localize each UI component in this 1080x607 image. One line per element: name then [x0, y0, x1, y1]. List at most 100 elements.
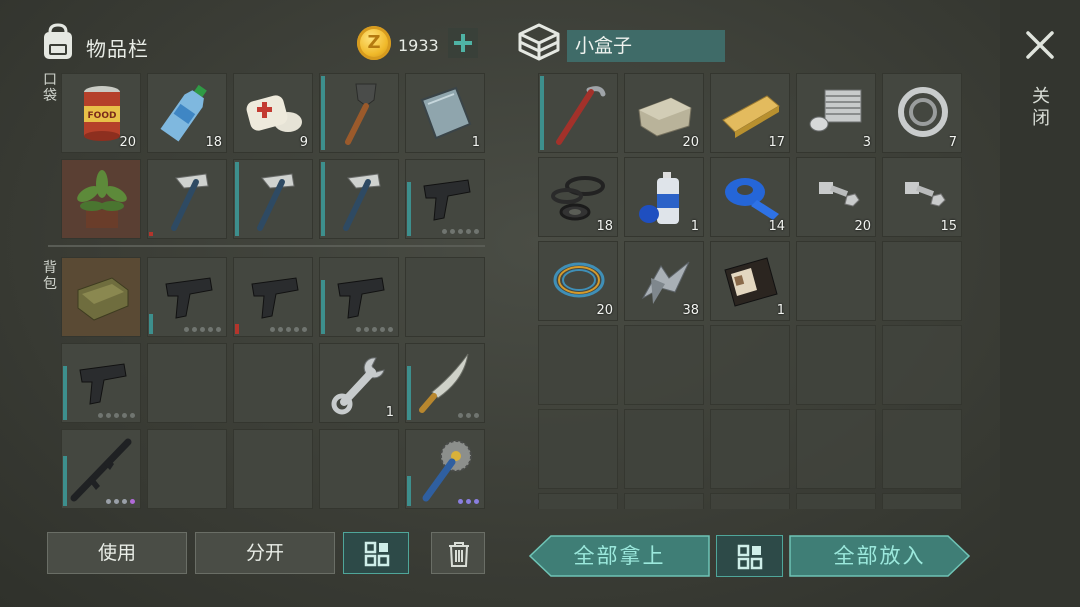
take-all-button[interactable]: 全部拿上 — [529, 535, 710, 577]
box-slot-29[interactable] — [796, 493, 876, 509]
box-slot-23[interactable] — [710, 409, 790, 489]
box-slot-15[interactable] — [882, 241, 962, 321]
assault-rifle-icon — [70, 438, 132, 502]
box-slot-24[interactable] — [796, 409, 876, 489]
box-slot-6[interactable]: 18 — [538, 157, 618, 237]
box-slot-20[interactable] — [882, 325, 962, 405]
container-sort-button[interactable] — [716, 535, 783, 577]
inventory-sort-button[interactable] — [343, 532, 409, 574]
item-count: 1 — [385, 405, 394, 420]
put-all-button[interactable]: 全部放入 — [789, 535, 970, 577]
box-slot-26[interactable] — [538, 493, 618, 509]
add-coins-button[interactable] — [448, 28, 478, 58]
backpack-label: 背包 — [43, 260, 57, 292]
pistol-icon — [251, 277, 299, 319]
take-all-label: 全部拿上 — [573, 544, 666, 568]
pocket-slot-3[interactable]: 9 — [233, 73, 313, 153]
backpack-slot-5[interactable] — [405, 257, 485, 337]
pocket-slot-9[interactable] — [319, 159, 399, 239]
box-slot-13[interactable]: 1 — [710, 241, 790, 321]
backpack-slot-12[interactable] — [147, 429, 227, 509]
box-slot-2[interactable]: 20 — [624, 73, 704, 153]
durability-bar — [63, 456, 67, 506]
grid-sort-icon — [737, 544, 763, 570]
item-count: 17 — [768, 135, 785, 150]
box-slot-7[interactable]: 1 — [624, 157, 704, 237]
backpack-slot-15[interactable] — [405, 429, 485, 509]
pocket-slot-2[interactable]: 18 — [147, 73, 227, 153]
container-title: 小盒子 — [567, 30, 725, 62]
pocket-slot-1[interactable]: FOOD 20 — [61, 73, 141, 153]
backpack-slot-11[interactable] — [61, 429, 141, 509]
backpack-slot-8[interactable] — [233, 343, 313, 423]
box-slot-22[interactable] — [624, 409, 704, 489]
durability-bar — [235, 324, 239, 334]
backpack-slot-7[interactable] — [147, 343, 227, 423]
engine-cylinder-icon — [809, 89, 862, 132]
box-slot-5[interactable]: 7 — [882, 73, 962, 153]
box-grid-overflow-row — [538, 493, 962, 509]
box-slot-28[interactable] — [710, 493, 790, 509]
machete-icon — [419, 353, 469, 413]
metal-plate-icon — [420, 86, 472, 140]
box-slot-21[interactable] — [538, 409, 618, 489]
pocket-slot-5[interactable]: 1 — [405, 73, 485, 153]
attachment-dots — [356, 327, 393, 332]
box-slot-3[interactable]: 17 — [710, 73, 790, 153]
pocket-slot-6[interactable] — [61, 159, 141, 239]
pocket-slot-10[interactable] — [405, 159, 485, 239]
pocket-slot-4[interactable] — [319, 73, 399, 153]
backpack-icon — [44, 23, 72, 59]
box-slot-12[interactable]: 38 — [624, 241, 704, 321]
backpack-slot-14[interactable] — [319, 429, 399, 509]
pocket-slot-8[interactable] — [233, 159, 313, 239]
durability-bar — [540, 76, 544, 150]
durability-bar — [407, 182, 411, 236]
box-slot-17[interactable] — [624, 325, 704, 405]
backpack-slot-3[interactable] — [233, 257, 313, 337]
box-slot-9[interactable]: 20 — [796, 157, 876, 237]
split-button[interactable]: 分开 — [195, 532, 335, 574]
coin-icon: Z — [357, 26, 391, 60]
backpack-slot-1[interactable] — [61, 257, 141, 337]
item-count: 20 — [854, 219, 871, 234]
backpack-slot-13[interactable] — [233, 429, 313, 509]
durability-bar — [149, 314, 153, 334]
pocket-slot-7[interactable] — [147, 159, 227, 239]
box-slot-27[interactable] — [624, 493, 704, 509]
backpack-slot-2[interactable] — [147, 257, 227, 337]
pistol-icon — [79, 363, 127, 405]
box-slot-18[interactable] — [710, 325, 790, 405]
item-count: 1 — [471, 135, 480, 150]
durability-bar — [407, 476, 411, 506]
grid-sort-icon — [364, 541, 390, 567]
close-icon[interactable] — [1023, 28, 1057, 62]
use-button[interactable]: 使用 — [47, 532, 187, 574]
pistol-icon — [423, 179, 471, 221]
durability-bar — [235, 162, 239, 236]
hatchet-icon — [343, 173, 381, 231]
coin-count: 1933 — [398, 36, 439, 55]
box-slot-1[interactable] — [538, 73, 618, 153]
box-slot-25[interactable] — [882, 409, 962, 489]
backpack-slot-4[interactable] — [319, 257, 399, 337]
box-slot-10[interactable]: 15 — [882, 157, 962, 237]
trash-icon — [449, 542, 469, 567]
backpack-slot-6[interactable] — [61, 343, 141, 423]
backpack-slot-10[interactable] — [405, 343, 485, 423]
svg-text:FOOD: FOOD — [88, 111, 117, 121]
close-label[interactable]: 关闭 — [1030, 86, 1052, 130]
box-slot-14[interactable] — [796, 241, 876, 321]
box-slot-30[interactable] — [882, 493, 962, 509]
box-slot-4[interactable]: 3 — [796, 73, 876, 153]
box-slot-16[interactable] — [538, 325, 618, 405]
backpack-slot-9[interactable]: 1 — [319, 343, 399, 423]
box-slot-11[interactable]: 20 — [538, 241, 618, 321]
trash-button[interactable] — [431, 532, 485, 574]
box-slot-19[interactable] — [796, 325, 876, 405]
attachment-dots — [458, 499, 479, 504]
attachment-dots — [98, 413, 135, 418]
durability-bar — [407, 366, 411, 420]
box-slot-8[interactable]: 14 — [710, 157, 790, 237]
item-count: 3 — [862, 135, 871, 150]
